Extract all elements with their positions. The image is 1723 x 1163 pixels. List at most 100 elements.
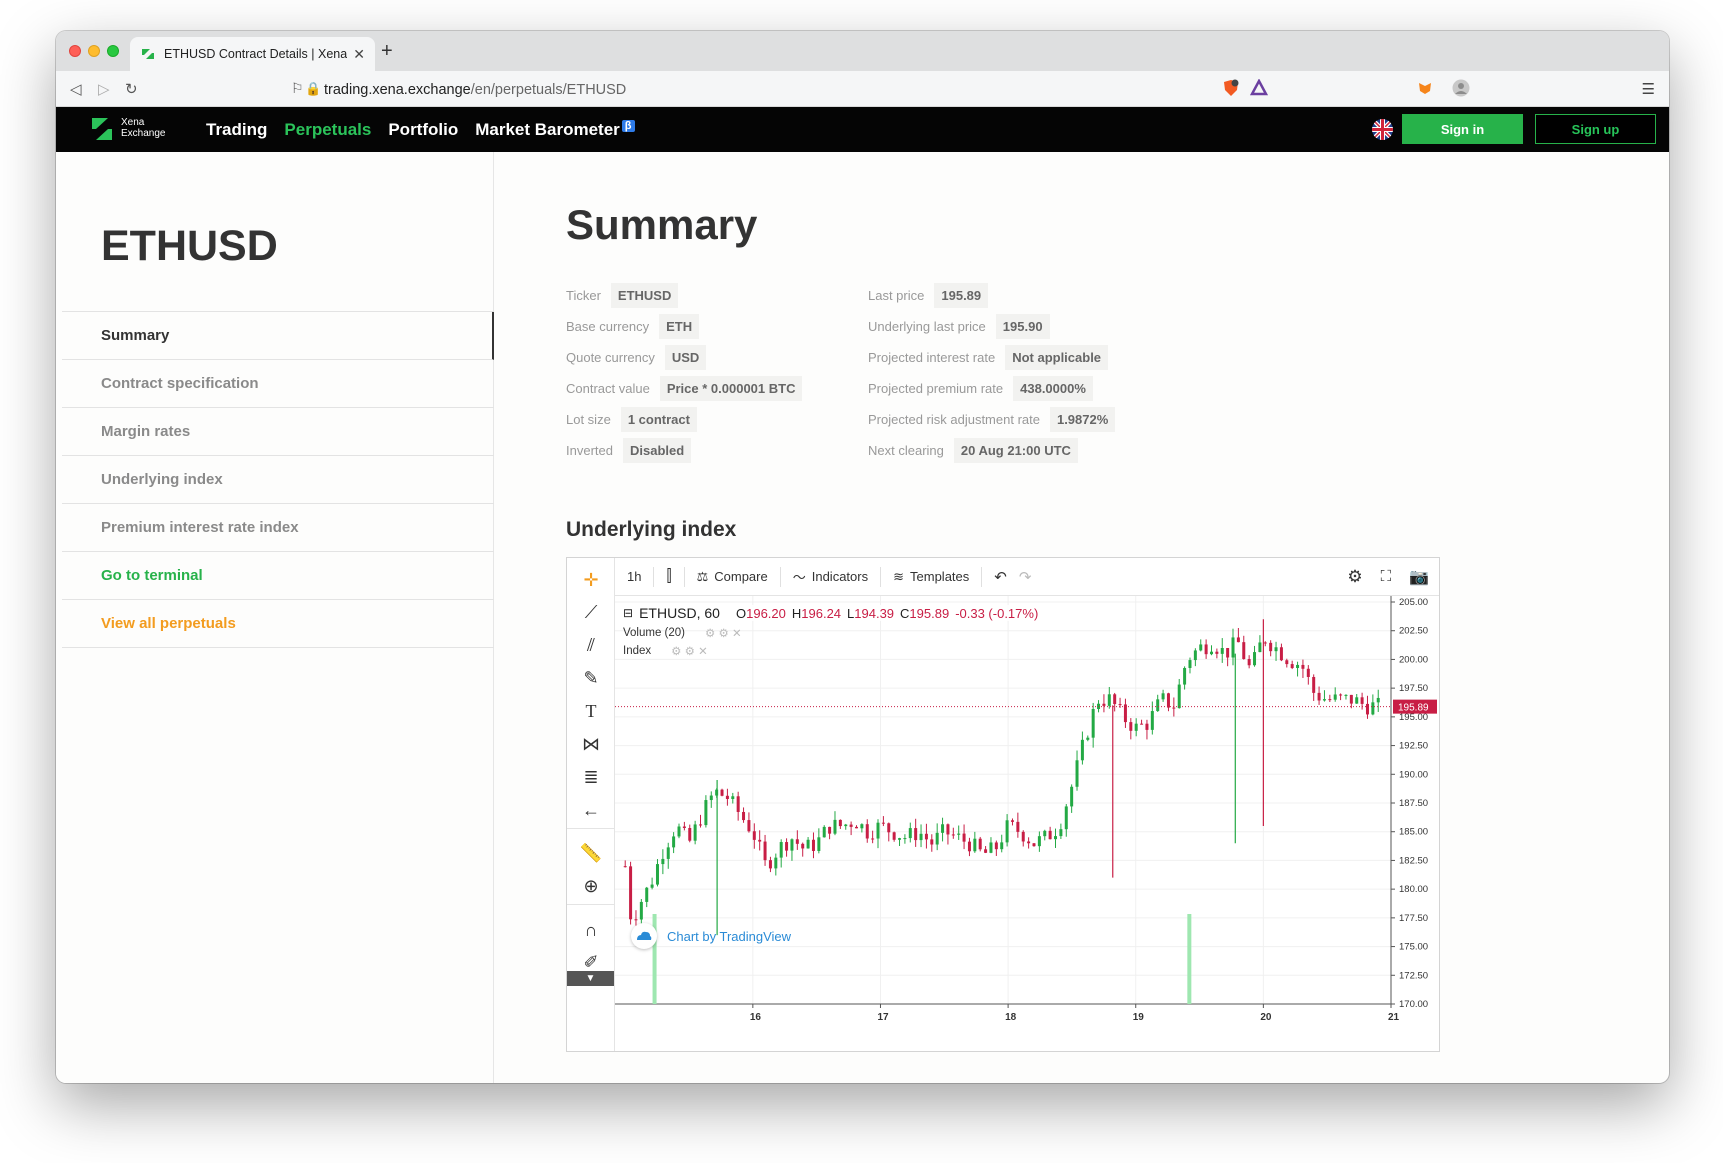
pattern-tool-icon[interactable]: ⋈ [579,732,603,756]
candle-body [978,838,982,850]
lock-icon[interactable]: 🔒 [305,81,321,97]
candle-body [1086,737,1090,740]
summary-row: Lot size 1 contract [566,406,697,432]
candle-body [844,824,848,827]
back-icon[interactable]: ◁ [70,80,82,98]
close-tab-icon[interactable]: ✕ [353,46,365,63]
xena-logo-icon[interactable] [90,116,114,142]
sidebar-item-margin-rates[interactable]: Margin rates [62,408,494,456]
reload-icon[interactable]: ↻ [125,80,138,98]
templates-button[interactable]: ≋ Templates [893,569,969,585]
zoom-in-icon[interactable]: ⊕ [579,874,603,898]
close-window-button[interactable] [69,45,81,57]
candle-body [1054,836,1058,840]
forward-icon[interactable]: ▷ [98,80,110,98]
study-settings-icon[interactable]: ⚙ ⚙ ✕ [705,626,742,640]
candle-body [1226,648,1230,658]
sidebar-item-premium-interest-rate-index[interactable]: Premium interest rate index [62,504,494,552]
price-plot[interactable]: 205.00202.50200.00197.50195.00192.50190.… [615,596,1440,1052]
browser-tab[interactable]: ETHUSD Contract Details | Xena ✕ [130,37,375,71]
candle-body [1344,694,1348,696]
brave-shield-icon[interactable] [1222,79,1240,97]
candle-body [1107,694,1111,706]
candle-body [1064,806,1068,830]
volume-legend[interactable]: Volume (20) ⚙ ⚙ ✕ [623,626,742,640]
candle-body [666,847,670,859]
settings-gear-icon[interactable]: ⚙ [1347,567,1362,587]
candle-body [1027,841,1031,844]
interval-button[interactable]: 1h [627,569,641,584]
drawing-toolbar: ✛ ⟋ ⫽ ✎ T ⋈ ≣ ← 📏 ⊕ ∩ ✐ ▼ [567,558,615,1051]
ruler-icon[interactable]: 📏 [579,841,603,865]
candle-body [1166,693,1170,708]
indicators-button[interactable]: 〜 Indicators [793,567,868,586]
series-collapse-icon[interactable]: ⊟ [623,606,633,620]
candle-body [1242,642,1246,660]
text-tool-icon[interactable]: T [579,699,603,723]
zoom-window-button[interactable] [107,45,119,57]
study-settings-icon[interactable]: ⚙ ⚙ ✕ [671,644,708,658]
candle-body [1134,723,1138,731]
address-bar[interactable]: trading.xena.exchange/en/perpetuals/ETHU… [324,82,626,98]
sidebar-item-underlying-index[interactable]: Underlying index [62,456,494,504]
candle-body [795,839,799,844]
summary-label: Base currency [566,318,650,334]
summary-label: Projected interest rate [868,349,996,365]
nav-trading[interactable]: Trading [206,120,267,140]
bookmark-icon[interactable]: ⚐ [291,80,304,97]
candle-body [967,841,971,852]
undo-icon[interactable]: ↶ [994,568,1007,586]
candle-body [1296,664,1300,669]
fib-tool-icon[interactable]: ⫽ [579,633,603,657]
metamask-icon[interactable] [1416,79,1434,97]
new-tab-button[interactable]: + [381,40,393,63]
fullscreen-icon[interactable]: ⛶ [1381,568,1392,585]
x-tick-label: 21 [1388,1012,1400,1023]
brave-rewards-icon[interactable] [1250,79,1268,97]
uk-flag-icon[interactable] [1372,119,1393,140]
candle-body [1021,831,1025,842]
sign-in-button[interactable]: Sign in [1402,114,1523,144]
nav-market-barometer[interactable]: Market Barometer β [475,120,635,140]
chevron-down-icon[interactable]: ▼ [567,971,614,986]
summary-row: Base currency ETH [566,313,700,339]
candle-body [1263,642,1267,644]
snapshot-camera-icon[interactable]: 📷 [1409,567,1429,587]
candle-body [984,849,988,853]
nav-portfolio[interactable]: Portfolio [388,120,458,140]
magnet-icon[interactable]: ∩ [579,918,603,942]
browser-menu-icon[interactable]: ☰ [1642,80,1655,98]
legend-o-label: O [735,605,747,621]
summary-value: Price * 0.000001 BTC [659,375,803,401]
compare-button[interactable]: ⚖ Compare [697,569,768,585]
trend-line-icon[interactable]: ⟋ [579,600,603,624]
legend-o-value: 196.20 [746,605,786,621]
redo-icon[interactable]: ↷ [1019,568,1032,586]
minimize-window-button[interactable] [88,45,100,57]
candles-icon[interactable]: ⫿ [666,568,671,586]
candle-body [709,795,713,801]
view-all-perpetuals-link[interactable]: View all perpetuals [62,600,494,648]
tradingview-attribution[interactable]: Chart by TradingView [631,923,791,949]
candle-body [865,824,869,839]
profile-avatar-icon[interactable] [1452,79,1470,97]
legend-c-value: 195.89 [909,605,950,621]
tradingview-cloud-icon [631,923,657,949]
y-tick-label: 187.50 [1399,798,1428,809]
index-label: Index [623,645,652,657]
tab-title: ETHUSD Contract Details | Xena [164,47,348,61]
tradingview-chart[interactable]: ✛ ⟋ ⫽ ✎ T ⋈ ≣ ← 📏 ⊕ ∩ ✐ ▼ 1h ⫿ ⚖ Compare … [566,557,1440,1052]
candle-body [1150,711,1154,730]
crosshair-icon[interactable]: ✛ [579,568,603,592]
sign-up-button[interactable]: Sign up [1535,114,1656,144]
arrow-left-icon[interactable]: ← [579,798,603,822]
index-legend[interactable]: Index ⚙ ⚙ ✕ [623,644,708,658]
candle-body [693,824,697,841]
prediction-tool-icon[interactable]: ≣ [579,765,603,789]
nav-perpetuals[interactable]: Perpetuals [284,120,371,140]
sidebar-item-summary[interactable]: Summary [62,312,494,360]
candle-body [774,857,778,869]
sidebar-item-contract-specification[interactable]: Contract specification [62,360,494,408]
go-to-terminal-link[interactable]: Go to terminal [62,552,494,600]
brush-icon[interactable]: ✎ [579,666,603,690]
